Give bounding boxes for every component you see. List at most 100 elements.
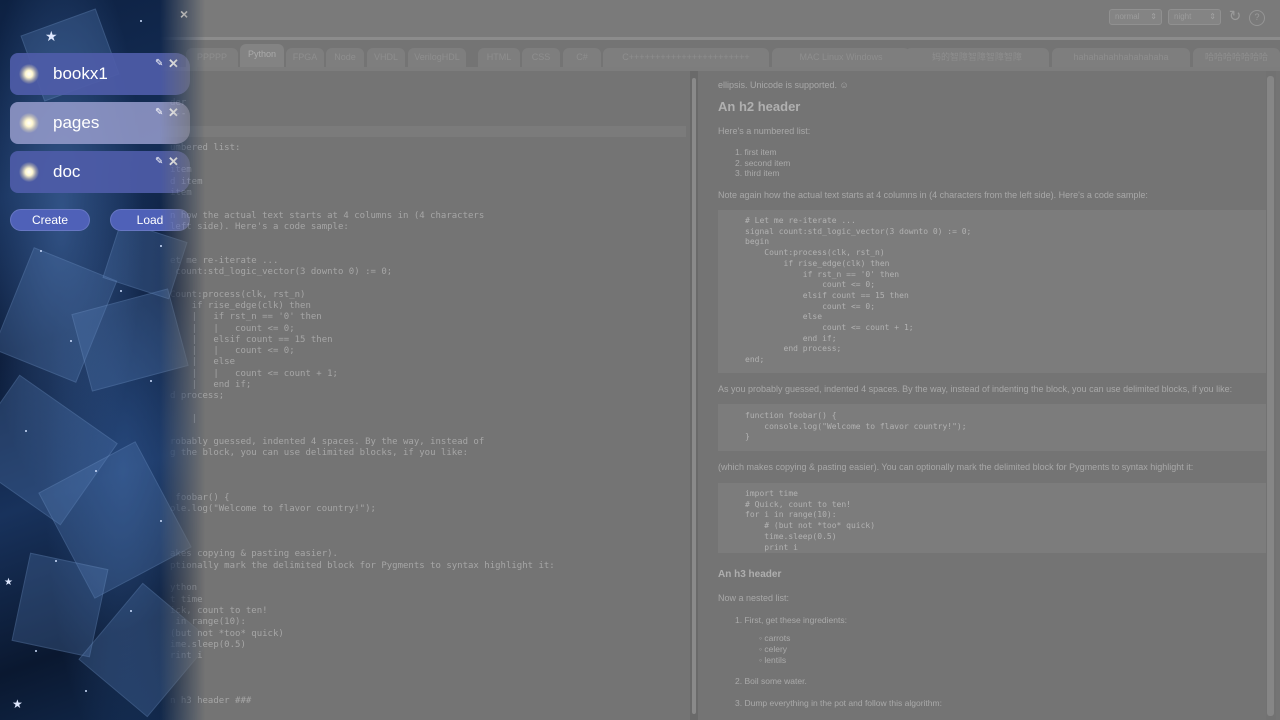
- code-block-python: import time # Quick, count to ten! for i i…: [718, 483, 1266, 553]
- theme-select[interactable]: night ⇕: [1168, 9, 1221, 25]
- numbered-intro: Here's a numbered list:: [718, 126, 811, 136]
- list-item: 1. first item: [735, 147, 777, 157]
- theme-select-value: night: [1174, 12, 1192, 21]
- list-item: 3. third item: [735, 168, 780, 178]
- editor-line: | | count <= 0;: [170, 323, 295, 334]
- book-name: pages: [53, 113, 100, 132]
- star-decoration: ★: [4, 577, 13, 588]
- editor-line: | | count <= 0;: [170, 346, 295, 357]
- list-item: 1. First, get these ingredients:: [735, 615, 847, 625]
- code-line: elsif count == 15 then: [745, 290, 909, 300]
- edit-icon[interactable]: ✎: [155, 156, 163, 167]
- editor-line: rint i: [170, 651, 555, 662]
- tab-vhdl[interactable]: VHDL: [367, 48, 405, 68]
- edit-icon[interactable]: ✎: [155, 58, 163, 69]
- editor-line: n h3 header ###: [170, 696, 252, 707]
- code-line: count <= count + 1;: [745, 323, 914, 332]
- tab-python[interactable]: Python: [240, 44, 284, 68]
- editor-line: foobar() {: [175, 492, 230, 503]
- mode-select[interactable]: normal ⇕: [1109, 9, 1162, 25]
- list-item: ◦ carrots: [759, 633, 791, 643]
- tab-[interactable]: 哈哈哈哈哈哈哈: [1193, 48, 1280, 68]
- editor-line: item: [170, 165, 555, 176]
- delete-icon[interactable]: ✕: [168, 56, 179, 72]
- preview-intro: ellipsis. Unicode is supported. ☺: [718, 80, 849, 90]
- book-item-bookx1[interactable]: bookx1 ✎ ✕: [10, 53, 190, 95]
- editor-line: count:std_logic_vector(3 downto 0) := 0;: [170, 267, 393, 278]
- editor-line: g the block, you can use delimited block…: [170, 447, 469, 458]
- tab-mac-linux-windows[interactable]: MAC Linux Windows: [772, 48, 910, 68]
- preview-scrollbar-thumb[interactable]: [1267, 76, 1274, 716]
- tab-node[interactable]: Node: [326, 48, 364, 68]
- editor-line: der: [170, 98, 555, 109]
- star-decoration: ★: [45, 28, 58, 44]
- editor-line: n how the actual text starts at 4 column…: [170, 210, 485, 221]
- book-item-pages[interactable]: pages ✎ ✕: [10, 102, 190, 144]
- delete-icon[interactable]: ✕: [168, 154, 179, 170]
- book-glow-icon: [19, 64, 39, 84]
- list-item: ◦ lentils: [759, 655, 787, 665]
- preview-h2: An h2 header: [718, 99, 801, 114]
- tab-css[interactable]: CSS: [522, 48, 560, 68]
- tab-hahahahahhahahahaha[interactable]: hahahahahhahahahaha: [1052, 48, 1190, 68]
- help-icon[interactable]: ?: [1249, 10, 1265, 26]
- app-window: normal ⇕ night ⇕ ↻ ? PPPPP Python FPGA Node…: [0, 0, 1280, 720]
- editor-line: Count:process(clk, rst_n): [170, 289, 306, 300]
- book-side-panel: ★ ★ ★ × bookx1 ✎ ✕ pages ✎ ✕ doc ✎ ✕ Cre…: [0, 0, 205, 720]
- editor-line: left side). Here's a code sample:: [170, 221, 349, 232]
- editor-text: der--- umbered list: itemd itemitem n how t…: [170, 75, 555, 708]
- code-line: # (but not *too* quick): [745, 521, 876, 531]
- tab-veriloghdl[interactable]: VerilogHDL: [408, 48, 466, 68]
- editor-line: ick, count to ten!: [170, 605, 268, 616]
- editor-line: umbered list:: [170, 142, 241, 153]
- book-name: bookx1: [53, 64, 108, 83]
- editor-line: akes copying & pasting easier).: [170, 549, 338, 560]
- close-icon[interactable]: ×: [180, 6, 188, 22]
- edit-icon[interactable]: ✎: [155, 107, 163, 118]
- tab-c[interactable]: C+++++++++++++++++++++++: [603, 48, 769, 68]
- editor-line: d process;: [170, 391, 555, 402]
- editor-line: | end if;: [170, 380, 252, 391]
- refresh-icon[interactable]: ↻: [1227, 9, 1243, 26]
- editor-line: d item: [170, 177, 555, 188]
- markdown-preview: ellipsis. Unicode is supported. ☺ An h2 …: [704, 71, 1266, 720]
- delete-icon[interactable]: ✕: [168, 105, 179, 121]
- code-line: else: [745, 312, 823, 322]
- code-line: if rise_edge(clk) then: [745, 258, 890, 268]
- editor-line: | | count <= count + 1;: [170, 368, 338, 379]
- code-line: end process;: [745, 344, 842, 354]
- tab-c[interactable]: C#: [563, 48, 601, 68]
- editor-line: ole.log("Welcome to flavor country!");: [170, 504, 376, 515]
- code-line: Count:process(clk, rst_n): [745, 248, 885, 258]
- guess-paragraph: As you probably guessed, indented 4 spac…: [718, 384, 1233, 394]
- load-button[interactable]: Load: [110, 209, 190, 231]
- code-line: begin: [745, 237, 770, 247]
- list-item: 2. second item: [735, 157, 791, 168]
- editor-line: t time: [170, 595, 555, 606]
- code-line: count <= 0;: [745, 301, 876, 311]
- note-paragraph: Note again how the actual text starts at…: [718, 190, 1148, 200]
- tab-fpga[interactable]: FPGA: [286, 48, 324, 68]
- code-block-js: function foobar() { console.log("Welcome…: [718, 404, 1266, 451]
- tab-html[interactable]: HTML: [478, 48, 520, 68]
- code-line: for i in range(10):: [745, 510, 837, 520]
- book-item-doc[interactable]: doc ✎ ✕: [10, 151, 190, 193]
- code-block-vhdl: # Let me re-iterate ... signal count:std_…: [718, 210, 1266, 373]
- editor-scrollbar[interactable]: [692, 78, 696, 714]
- list-item: 2. Boil some water.: [735, 676, 807, 686]
- editor-line: ython: [170, 583, 555, 594]
- code-line: end;: [745, 355, 765, 365]
- editor-line: | if rst_n == '0' then: [170, 312, 322, 323]
- book-glow-icon: [19, 113, 39, 133]
- tab-[interactable]: 妈的智障智障智障智障: [905, 48, 1049, 68]
- create-button[interactable]: Create: [10, 209, 90, 231]
